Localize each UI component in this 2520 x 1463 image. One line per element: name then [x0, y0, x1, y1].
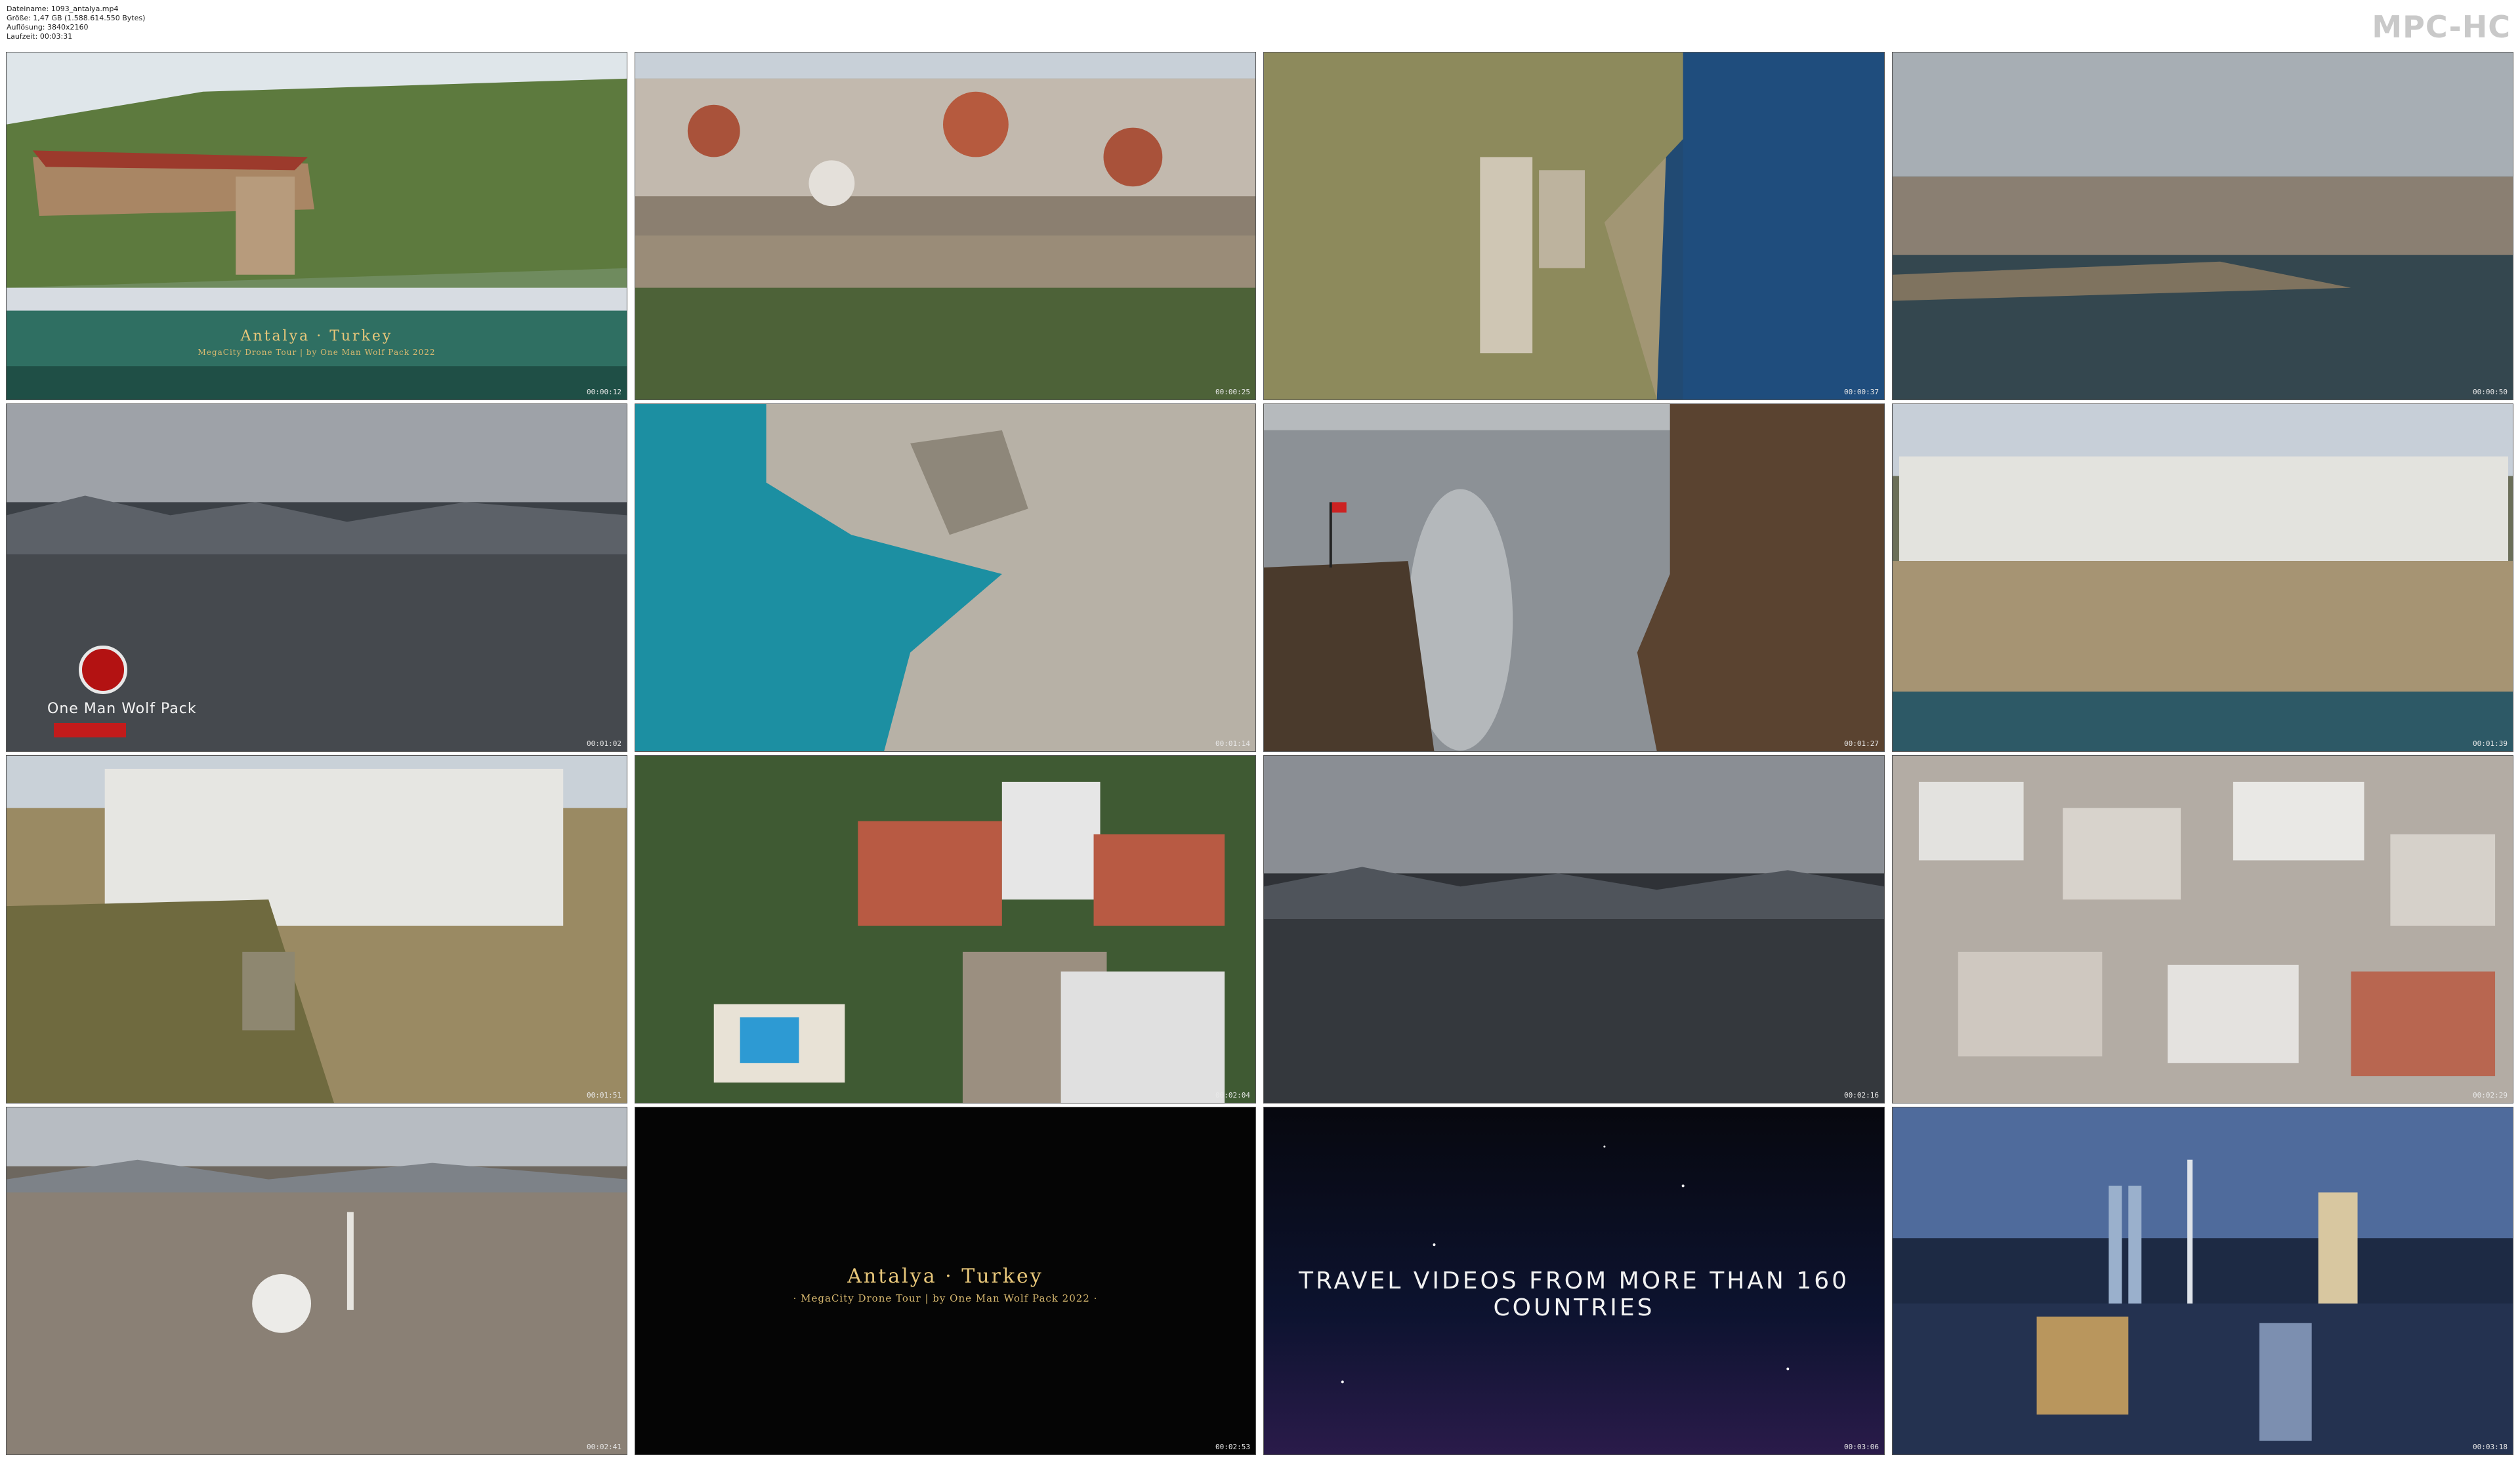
dense-city-scene — [1893, 756, 2513, 1103]
timestamp: 00:00:50 — [2473, 388, 2508, 396]
thumbnail-15[interactable]: TRAVEL VIDEOS FROM MORE THAN 160 COUNTRI… — [1263, 1107, 1885, 1455]
thumbnail-8[interactable]: 00:01:39 — [1892, 403, 2513, 752]
timestamp: 00:00:12 — [587, 388, 621, 396]
thumbnail-10[interactable]: 00:02:04 — [635, 755, 1256, 1103]
thumbnail-9[interactable]: 00:01:51 — [6, 755, 627, 1103]
night-skyline-scene — [1893, 1107, 2513, 1454]
mosque-city-scene — [7, 1107, 627, 1454]
thumbnail-5[interactable]: One Man Wolf Pack 00:01:02 — [6, 403, 627, 752]
thumbnail-13[interactable]: 00:02:41 — [6, 1107, 627, 1455]
end-subtitle: · MegaCity Drone Tour | by One Man Wolf … — [793, 1292, 1098, 1304]
file-info-header: Dateiname: 1093_antalya.mp4 Größe: 1,47 … — [0, 0, 2520, 50]
old-town-scene — [635, 52, 1255, 400]
timestamp: 00:01:14 — [1215, 739, 1250, 748]
timestamp: 00:01:27 — [1844, 739, 1879, 748]
sea-cliff-scene — [635, 404, 1255, 751]
city-panorama-scene — [7, 404, 627, 751]
timestamp: 00:02:29 — [2473, 1091, 2508, 1100]
timestamp: 00:00:37 — [1844, 388, 1879, 396]
channel-logo-icon[interactable] — [79, 646, 127, 694]
timestamp: 00:02:53 — [1215, 1443, 1250, 1451]
resolution: Auflösung: 3840x2160 — [7, 23, 89, 31]
end-title: Antalya · Turkey — [847, 1265, 1043, 1288]
thumbnail-4[interactable]: 00:00:50 — [1892, 52, 2513, 400]
timestamp: 00:01:51 — [587, 1091, 621, 1100]
file-size: Größe: 1,47 GB (1.588.614.550 Bytes) — [7, 14, 146, 22]
villa-pool-scene — [635, 756, 1255, 1103]
timestamp: 00:03:06 — [1844, 1443, 1879, 1451]
flag-rock-scene — [1264, 404, 1884, 751]
dusk-panorama-scene — [1264, 756, 1884, 1103]
promo-caption: TRAVEL VIDEOS FROM MORE THAN 160 COUNTRI… — [1298, 1267, 1850, 1321]
timestamp: 00:02:04 — [1215, 1091, 1250, 1100]
thumbnail-2[interactable]: 00:00:25 — [635, 52, 1256, 400]
thumbnail-grid: Antalya · Turkey MegaCity Drone Tour | b… — [6, 52, 2514, 1456]
thumbnail-7[interactable]: 00:01:27 — [1263, 403, 1885, 752]
timestamp: 00:02:41 — [587, 1443, 621, 1451]
thumbnail-1[interactable]: Antalya · Turkey MegaCity Drone Tour | b… — [6, 52, 627, 400]
file-name: Dateiname: 1093_antalya.mp4 — [7, 5, 119, 13]
timestamp: 00:00:25 — [1215, 388, 1250, 396]
timestamp: 00:01:39 — [2473, 739, 2508, 748]
video-title: Antalya · Turkey — [240, 328, 393, 344]
duration: Laufzeit: 00:03:31 — [7, 32, 73, 41]
timestamp: 00:01:02 — [587, 739, 621, 748]
thumbnail-6[interactable]: 00:01:14 — [635, 403, 1256, 752]
thumbnail-3[interactable]: 00:00:37 — [1263, 52, 1885, 400]
thumbnail-11[interactable]: 00:02:16 — [1263, 755, 1885, 1103]
timestamp: 00:02:16 — [1844, 1091, 1879, 1100]
mpc-hc-logo: MPC-HC — [2372, 9, 2511, 45]
timestamp: 00:03:18 — [2473, 1443, 2508, 1451]
thumbnail-16[interactable]: 00:03:18 — [1892, 1107, 2513, 1455]
subscribe-button[interactable] — [54, 723, 126, 737]
cliff-ruins-scene — [1264, 52, 1884, 400]
marina-scene — [1893, 52, 2513, 400]
ruins-buildings-scene — [7, 756, 627, 1103]
thumbnail-14[interactable]: Antalya · Turkey · MegaCity Drone Tour |… — [635, 1107, 1256, 1455]
video-subtitle: MegaCity Drone Tour | by One Man Wolf Pa… — [198, 348, 436, 357]
thumbnail-12[interactable]: 00:02:29 — [1892, 755, 2513, 1103]
channel-name: One Man Wolf Pack — [47, 701, 197, 717]
cliff-apartments-scene — [1893, 404, 2513, 751]
